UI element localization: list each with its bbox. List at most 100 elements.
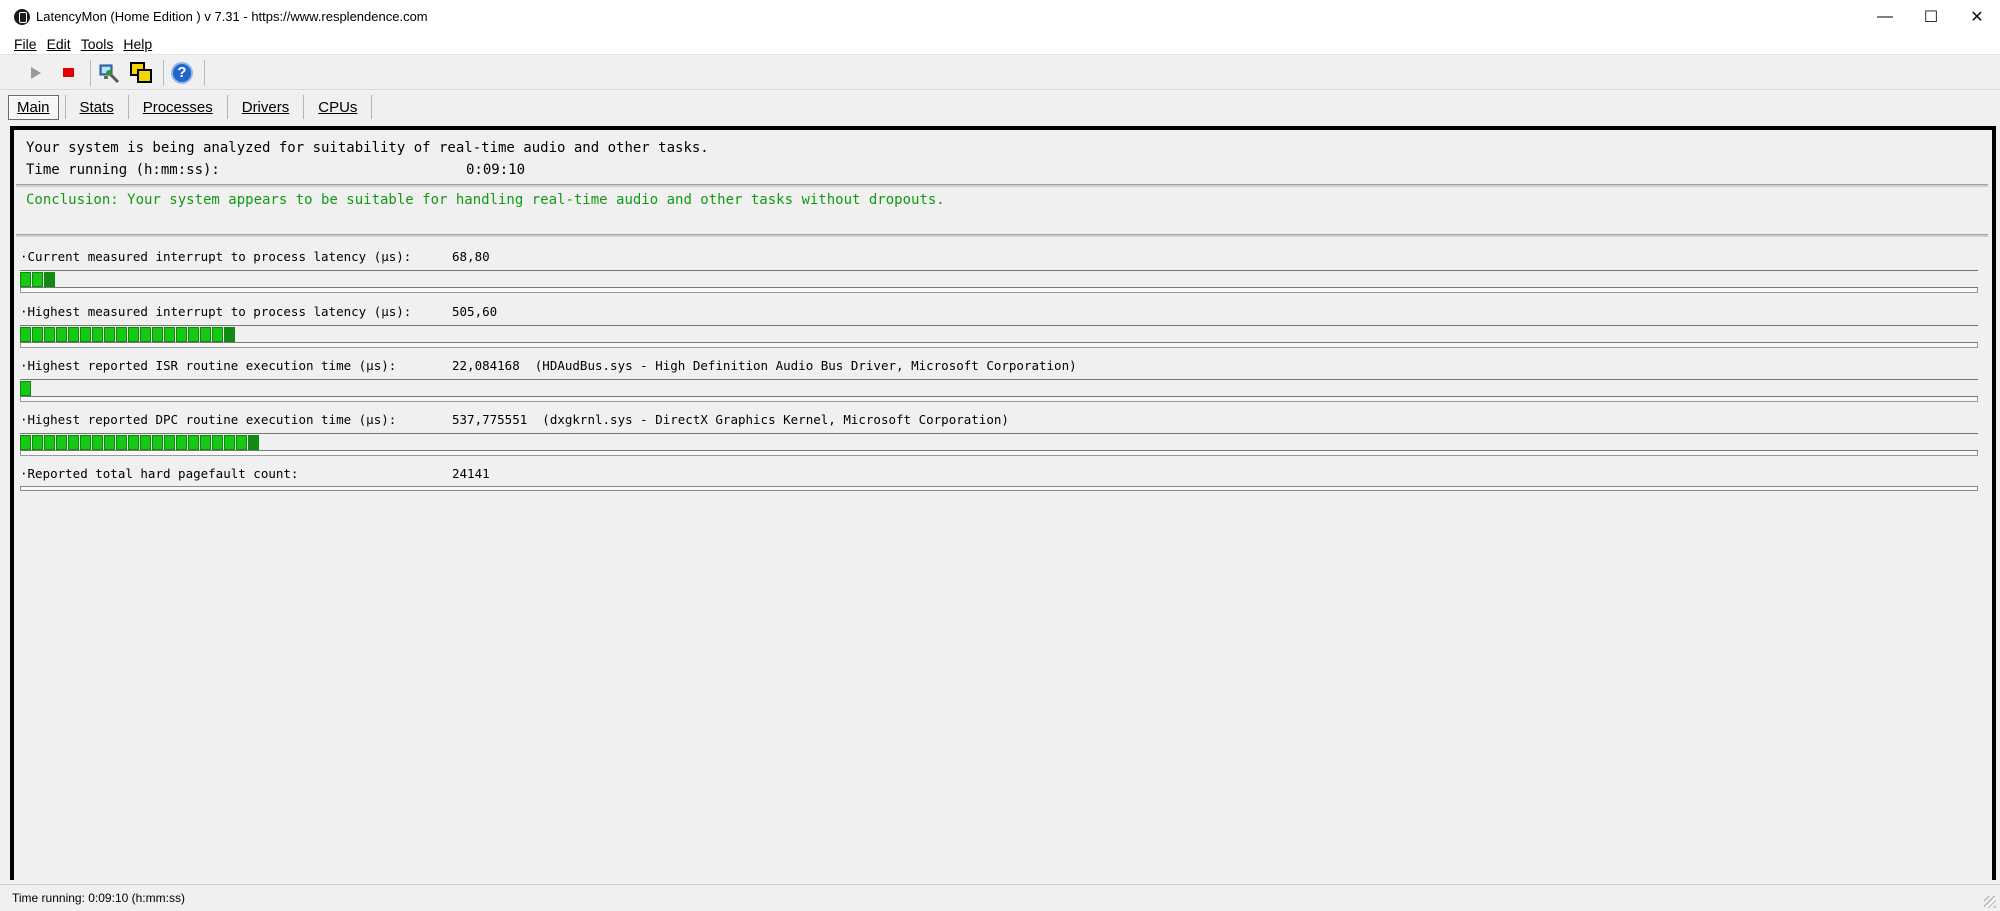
copy-button[interactable] <box>127 59 155 87</box>
meter-segment <box>140 327 151 342</box>
menu-tools-label: Tools <box>80 35 114 52</box>
menu-file-label: File <box>14 35 37 52</box>
analysis-status-text: Your system is being analyzed for suitab… <box>26 140 709 156</box>
meter-segment <box>92 435 103 450</box>
close-button[interactable]: ✕ <box>1954 0 2000 33</box>
meter-segment <box>56 327 67 342</box>
meter-segment <box>116 435 127 450</box>
meter-segment <box>44 272 55 287</box>
menu-file[interactable]: File <box>14 36 37 52</box>
meter-segment <box>80 435 91 450</box>
minimize-button[interactable]: — <box>1862 0 1908 33</box>
pagefault-meter <box>20 486 1978 491</box>
meter-segment <box>20 381 31 396</box>
tab-processes[interactable]: Processes <box>135 96 221 119</box>
tab-separator <box>371 95 373 119</box>
help-icon: ? <box>171 61 193 84</box>
divider <box>16 184 1988 187</box>
menu-tools[interactable]: Tools <box>81 36 114 52</box>
toolbar: ? <box>0 56 2000 90</box>
meter-segment <box>92 327 103 342</box>
time-running-value: 0:09:10 <box>466 162 526 178</box>
meter-segment <box>68 327 79 342</box>
wrench-computer-icon <box>99 64 120 83</box>
meter-segment <box>116 327 127 342</box>
meter-segment <box>32 272 43 287</box>
meter-segment <box>128 327 139 342</box>
meter-segment <box>224 435 235 450</box>
highest-latency-meter <box>20 325 1978 348</box>
meter-segment <box>140 435 151 450</box>
tab-drivers[interactable]: Drivers <box>234 96 298 119</box>
meter-segment <box>248 435 259 450</box>
meter-segment <box>200 435 211 450</box>
isr-time-label: ·Highest reported ISR routine execution … <box>20 358 397 373</box>
tab-separator <box>226 95 228 119</box>
meter-segment <box>80 327 91 342</box>
meter-segment <box>20 435 31 450</box>
copy-windows-icon <box>130 61 152 83</box>
meter-segment <box>236 435 247 450</box>
meter-segment <box>188 327 199 342</box>
meter-segment <box>44 327 55 342</box>
meter-segment <box>188 435 199 450</box>
meter-segment <box>20 327 31 342</box>
resize-grip-icon[interactable] <box>1984 896 1996 908</box>
status-text: Time running: 0:09:10 (h:mm:ss) <box>12 891 185 905</box>
dpc-time-bar <box>20 435 260 450</box>
meter-segment <box>32 327 43 342</box>
analysis-summary: Your system is being analyzed for suitab… <box>18 134 1988 186</box>
toolbar-separator <box>90 59 91 86</box>
tab-separator <box>64 95 66 119</box>
meter-segment <box>176 327 187 342</box>
tab-main[interactable]: Main <box>8 94 59 120</box>
latencymon-app-icon <box>14 8 30 25</box>
menu-bar: File Edit Tools Help <box>0 33 2000 55</box>
tab-separator <box>303 95 305 119</box>
menu-help[interactable]: Help <box>123 36 152 52</box>
current-latency-value: 68,80 <box>452 249 490 264</box>
isr-time-bar <box>20 381 32 396</box>
stop-button[interactable] <box>54 59 82 87</box>
meter-segment <box>104 435 115 450</box>
menu-edit-label: Edit <box>46 35 71 52</box>
meter-segment <box>212 435 223 450</box>
highest-latency-bar <box>20 327 236 342</box>
highest-latency-label: ·Highest measured interrupt to process l… <box>20 304 412 319</box>
meter-segment <box>152 435 163 450</box>
help-button[interactable]: ? <box>168 59 196 87</box>
current-latency-bar <box>20 272 56 287</box>
dpc-time-value: 537,775551 (dxgkrnl.sys - DirectX Graphi… <box>452 412 1009 427</box>
toolbar-separator <box>163 59 164 86</box>
conclusion-text: Conclusion: Your system appears to be su… <box>26 192 945 208</box>
maximize-button[interactable]: ☐ <box>1908 0 1954 33</box>
time-running-label: Time running (h:mm:ss): <box>26 162 220 178</box>
meter-segment <box>176 435 187 450</box>
tab-cpus[interactable]: CPUs <box>310 96 365 119</box>
divider <box>16 234 1988 237</box>
meter-segment <box>104 327 115 342</box>
tab-strip: Main Stats Processes Drivers CPUs <box>0 92 2000 122</box>
menu-edit[interactable]: Edit <box>47 36 71 52</box>
meter-segment <box>212 327 223 342</box>
isr-time-value: 22,084168 (HDAudBus.sys - High Definitio… <box>452 358 1077 373</box>
toolbar-separator <box>204 59 205 86</box>
meter-segment <box>164 435 175 450</box>
meter-segment <box>32 435 43 450</box>
current-latency-meter <box>20 270 1978 293</box>
main-panel: Your system is being analyzed for suitab… <box>10 126 1996 880</box>
start-button[interactable] <box>22 59 50 87</box>
tab-separator <box>127 95 129 119</box>
meter-segment <box>164 327 175 342</box>
meter-segment <box>20 272 31 287</box>
meter-segment <box>68 435 79 450</box>
dpc-time-meter <box>20 433 1978 456</box>
meter-segment <box>224 327 235 342</box>
tab-stats[interactable]: Stats <box>72 96 122 119</box>
tools-button[interactable] <box>95 59 123 87</box>
pagefault-count-label: ·Reported total hard pagefault count: <box>20 466 299 481</box>
meter-segment <box>152 327 163 342</box>
meter-segment <box>200 327 211 342</box>
highest-latency-value: 505,60 <box>452 304 498 319</box>
stop-icon <box>62 68 74 77</box>
